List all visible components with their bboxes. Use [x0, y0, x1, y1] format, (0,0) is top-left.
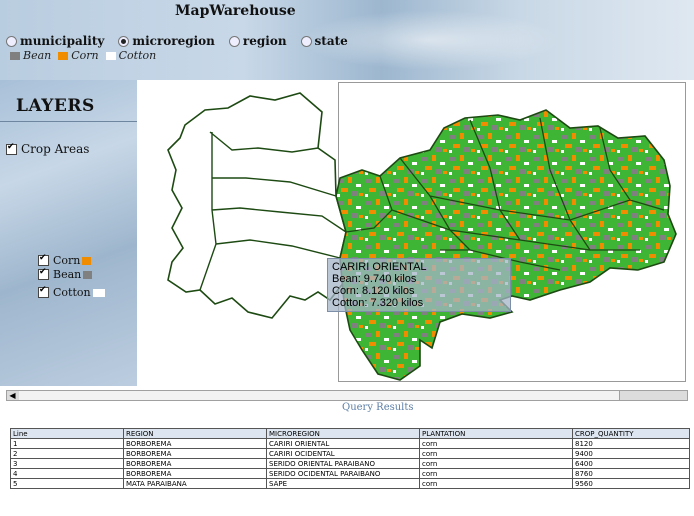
query-results-table: Line REGION MICROREGION PLANTATION CROP_… [10, 428, 690, 489]
cell-plantation: corn [419, 478, 573, 489]
query-results-title: Query Results [342, 402, 414, 413]
scroll-thumb[interactable] [19, 391, 620, 400]
cell-quantity: 8120 [572, 438, 690, 449]
table-row[interactable]: 3 BORBOREMA SERIDO ORIENTAL PARAIBANO co… [10, 458, 690, 469]
cell-microregion: CARIRI OCIDENTAL [266, 448, 420, 459]
table-row[interactable]: 5 MATA PARAIBANA SAPE corn 9560 [10, 478, 690, 489]
cell-microregion: SAPE [266, 478, 420, 489]
cell-line: 5 [10, 478, 124, 489]
tooltip-title: CARIRI ORIENTAL [332, 261, 427, 273]
cell-plantation: corn [419, 448, 573, 459]
column-header[interactable]: MICROREGION [266, 428, 420, 439]
column-header[interactable]: Line [10, 428, 124, 439]
cell-region: MATA PARAIBANA [123, 478, 267, 489]
cell-plantation: corn [419, 458, 573, 469]
cell-line: 1 [10, 438, 124, 449]
cell-line: 4 [10, 468, 124, 479]
table-row[interactable]: 1 BORBOREMA CARIRI ORIENTAL corn 8120 [10, 438, 690, 449]
horizontal-scrollbar[interactable]: ◀ [6, 390, 688, 401]
table-row[interactable]: 2 BORBOREMA CARIRI OCIDENTAL corn 9400 [10, 448, 690, 459]
crop-region-east[interactable] [335, 109, 677, 381]
column-header[interactable]: PLANTATION [419, 428, 573, 439]
column-header[interactable]: CROP_QUANTITY [572, 428, 690, 439]
tooltip-cotton: Cotton: 7.320 kilos [332, 297, 424, 309]
cell-region: BORBOREMA [123, 458, 267, 469]
cell-quantity: 8760 [572, 468, 690, 479]
cell-plantation: corn [419, 468, 573, 479]
cell-line: 3 [10, 458, 124, 469]
cell-region: BORBOREMA [123, 468, 267, 479]
tooltip-bean: Bean: 9.740 kilos [332, 273, 417, 285]
table-header-row: Line REGION MICROREGION PLANTATION CROP_… [10, 428, 690, 439]
scroll-left-arrow-icon[interactable]: ◀ [7, 391, 18, 400]
cell-microregion: SERIDO OCIDENTAL PARAIBANO [266, 468, 420, 479]
cell-region: BORBOREMA [123, 438, 267, 449]
cell-quantity: 9400 [572, 448, 690, 459]
cell-quantity: 6400 [572, 458, 690, 469]
cell-plantation: corn [419, 438, 573, 449]
column-header[interactable]: REGION [123, 428, 267, 439]
region-tooltip: CARIRI ORIENTAL Bean: 9.740 kilos Corn: … [327, 258, 511, 312]
cell-microregion: SERIDO ORIENTAL PARAIBANO [266, 458, 420, 469]
tooltip-corn: Corn: 8.120 kilos [332, 285, 415, 297]
table-row[interactable]: 4 BORBOREMA SERIDO OCIDENTAL PARAIBANO c… [10, 468, 690, 479]
cell-quantity: 9560 [572, 478, 690, 489]
cell-line: 2 [10, 448, 124, 459]
cell-microregion: CARIRI ORIENTAL [266, 438, 420, 449]
region-outline-west[interactable] [167, 92, 347, 319]
cell-region: BORBOREMA [123, 448, 267, 459]
